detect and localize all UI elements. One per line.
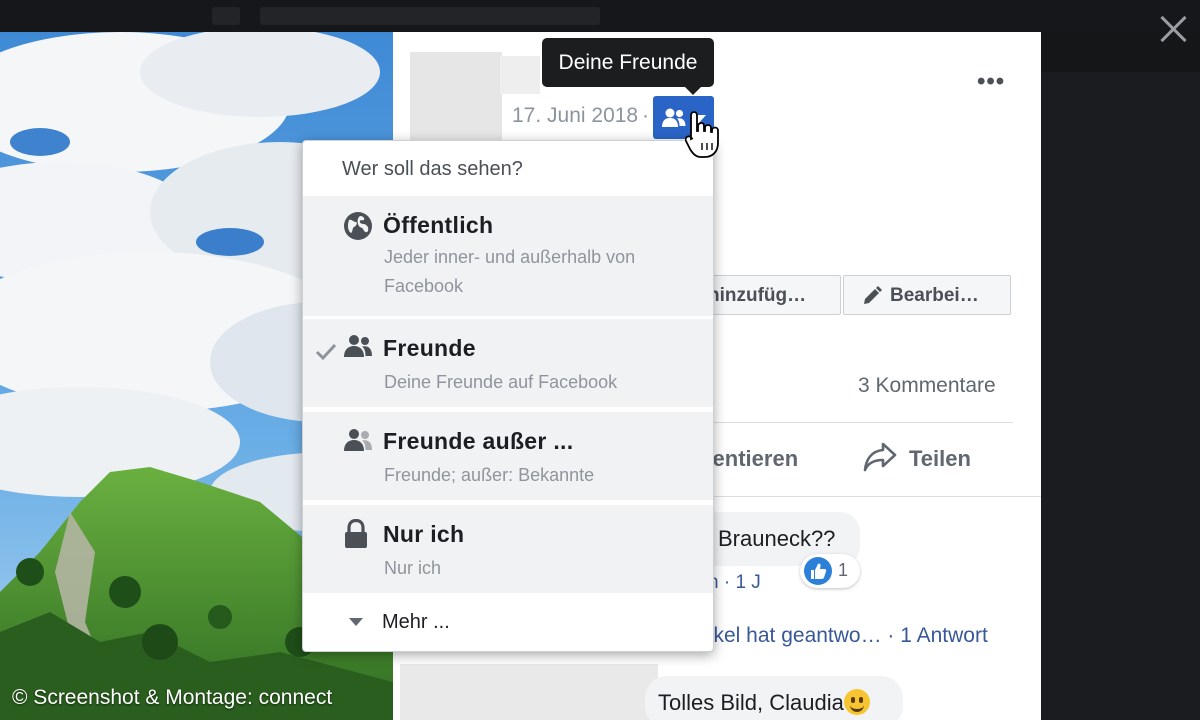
friends-icon: [344, 335, 372, 357]
menu-item-more[interactable]: Mehr ...: [303, 595, 713, 651]
reaction-count[interactable]: 1: [800, 554, 860, 588]
comment-text-2: Tolles Bild, Claudia: [658, 689, 870, 716]
menu-item-title: Freunde außer ...: [383, 428, 574, 454]
menu-item-title: Freunde: [383, 335, 476, 361]
tooltip: Deine Freunde: [542, 38, 714, 95]
menu-item-description: Jeder inner- und außerhalb von Facebook: [384, 247, 636, 296]
menu-item-description: Deine Freunde auf Facebook: [384, 372, 618, 392]
avatar[interactable]: [410, 52, 502, 140]
top-bar-blurred-icon: [212, 7, 240, 25]
smiley-emoji-icon: [843, 689, 870, 715]
comment-meta[interactable]: n · 1 J: [708, 572, 761, 594]
menu-item-title: Öffentlich: [383, 212, 494, 238]
menu-item-only-me[interactable]: Nur ich Nur ich: [303, 505, 713, 593]
divider: [693, 422, 1013, 423]
top-bar-blurred-text: [260, 7, 600, 25]
close-icon[interactable]: [1156, 12, 1190, 46]
menu-item-title: Nur ich: [383, 521, 465, 547]
replies-link[interactable]: ckel hat geantwo… · 1 Antwort: [703, 624, 988, 648]
author-name-blurred[interactable]: [500, 56, 540, 94]
comment-image-blurred: [400, 664, 658, 720]
lock-icon: [345, 519, 367, 548]
like-count: 1: [838, 560, 849, 580]
audience-dropdown-menu: Wer soll das sehen? Öffentlich Jeder inn…: [302, 140, 714, 652]
backdrop-right: [1041, 72, 1200, 720]
menu-item-friends-except[interactable]: Freunde außer ... Freunde; außer: Bekann…: [303, 412, 713, 500]
copyright-caption: © Screenshot & Montage: connect: [12, 686, 333, 709]
like-icon: [804, 557, 832, 585]
chevron-down-icon: [349, 618, 363, 626]
pencil-icon: [864, 286, 882, 304]
share-label: Teilen: [909, 446, 971, 471]
more-options-icon[interactable]: •••: [977, 68, 1005, 96]
hand-cursor-icon: [685, 111, 719, 158]
edit-button[interactable]: Bearbei…: [843, 275, 1011, 315]
menu-item-friends[interactable]: Freunde Deine Freunde auf Facebook: [303, 319, 713, 407]
share-icon: [863, 442, 897, 472]
comments-count[interactable]: 3 Kommentare: [858, 374, 996, 398]
friends-icon: [662, 108, 686, 127]
post-date[interactable]: 17. Juni 2018: [512, 104, 638, 128]
comment-text: Brauneck??: [718, 526, 836, 551]
friends-except-icon: [344, 429, 372, 451]
date-separator: ·: [642, 104, 649, 127]
menu-item-public[interactable]: Öffentlich Jeder inner- und außerhalb vo…: [303, 196, 713, 316]
add-button-label: hinzufüg…: [708, 285, 807, 306]
menu-item-description: Freunde; außer: Bekannte: [384, 465, 595, 485]
edit-button-label: Bearbei…: [890, 285, 979, 306]
add-button[interactable]: hinzufüg…: [693, 275, 841, 315]
menu-item-description: Nur ich: [384, 558, 442, 578]
share-action[interactable]: Teilen: [863, 442, 971, 478]
top-bar: [0, 0, 1200, 32]
menu-header: Wer soll das sehen?: [342, 158, 523, 180]
menu-more-label: Mehr ...: [382, 611, 450, 633]
checkmark-icon: [315, 343, 337, 361]
globe-icon: [344, 212, 372, 240]
